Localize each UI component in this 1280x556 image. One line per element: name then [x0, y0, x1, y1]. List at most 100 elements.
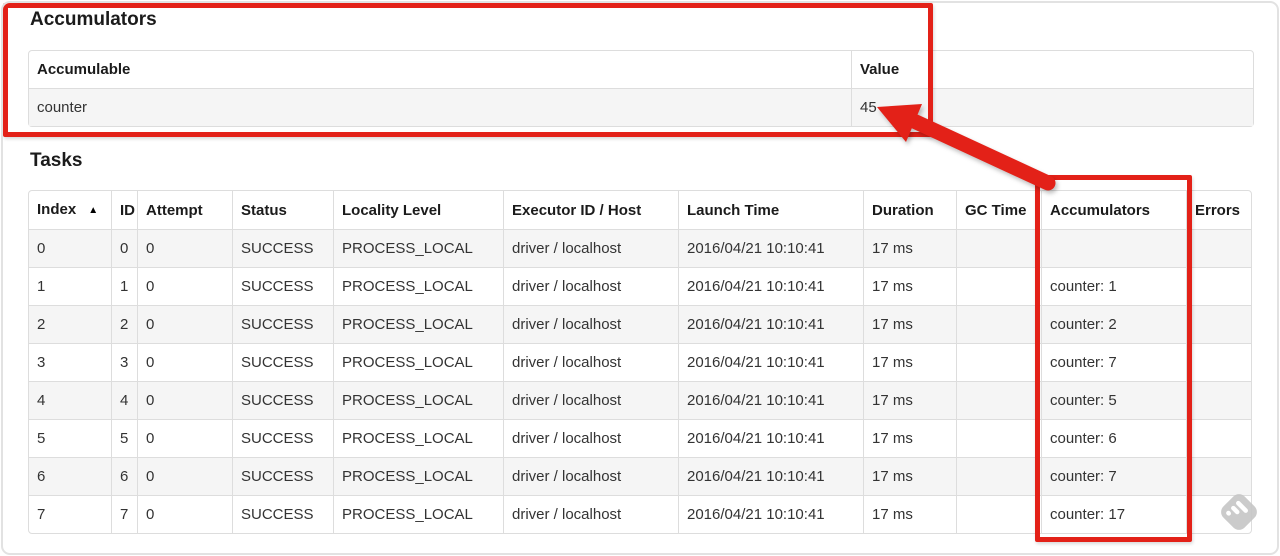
col-header-accumulators[interactable]: Accumulators — [1041, 191, 1186, 229]
table-cell: driver / localhost — [503, 267, 678, 305]
table-cell: 2016/04/21 10:10:41 — [678, 381, 863, 419]
col-header-launch-time[interactable]: Launch Time — [678, 191, 863, 229]
table-cell: SUCCESS — [232, 267, 333, 305]
table-cell: 2016/04/21 10:10:41 — [678, 305, 863, 343]
table-row: 0 0 0 SUCCESS PROCESS_LOCAL driver / localhos… — [29, 229, 1251, 267]
table-cell: counter: 7 — [1041, 457, 1186, 495]
table-cell: counter: 1 — [1041, 267, 1186, 305]
table-cell: 2016/04/21 10:10:41 — [678, 267, 863, 305]
table-cell: counter: 6 — [1041, 419, 1186, 457]
table-cell — [956, 229, 1041, 267]
table-cell: 0 — [137, 229, 232, 267]
table-cell: PROCESS_LOCAL — [333, 419, 503, 457]
table-row: 7 7 0 SUCCESS PROCESS_LOCAL driver / localhos… — [29, 495, 1251, 533]
table-cell: 0 — [29, 229, 111, 267]
table-cell — [1186, 381, 1251, 419]
table-cell: counter: 7 — [1041, 343, 1186, 381]
col-header-accumulable: Accumulable — [37, 61, 131, 78]
table-row: 2 2 0 SUCCESS PROCESS_LOCAL driver / localhos… — [29, 305, 1251, 343]
table-cell: SUCCESS — [232, 229, 333, 267]
sort-ascending-icon: ▲ — [88, 205, 99, 216]
table-cell: 17 ms — [863, 419, 956, 457]
table-cell — [1186, 267, 1251, 305]
tasks-table: Index ▲ ID Attempt Status Locality Level Execu… — [28, 190, 1252, 534]
col-header-status[interactable]: Status — [232, 191, 333, 229]
table-cell: 2016/04/21 10:10:41 — [678, 495, 863, 533]
table-row: 4 4 0 SUCCESS PROCESS_LOCAL driver / localhos… — [29, 381, 1251, 419]
table-cell — [1041, 229, 1186, 267]
table-cell: SUCCESS — [232, 495, 333, 533]
table-cell: 3 — [29, 343, 111, 381]
spark-stage-details-page: Accumulators Accumulable Value counter 45 … — [0, 0, 1280, 556]
table-cell: counter — [29, 88, 851, 126]
table-cell: 17 ms — [863, 343, 956, 381]
table-cell: 17 ms — [863, 305, 956, 343]
table-cell: 3 — [111, 343, 137, 381]
table-cell: 17 ms — [863, 495, 956, 533]
table-cell: 0 — [137, 267, 232, 305]
table-cell — [1186, 457, 1251, 495]
table-cell: SUCCESS — [232, 305, 333, 343]
table-cell: driver / localhost — [503, 305, 678, 343]
table-cell: 7 — [111, 495, 137, 533]
table-cell — [1186, 305, 1251, 343]
table-row: 1 1 0 SUCCESS PROCESS_LOCAL driver / localhos… — [29, 267, 1251, 305]
table-cell: driver / localhost — [503, 419, 678, 457]
table-cell: 1 — [111, 267, 137, 305]
table-cell — [956, 267, 1041, 305]
table-cell — [956, 495, 1041, 533]
table-cell: 0 — [137, 343, 232, 381]
table-cell: 45 — [851, 88, 1253, 126]
table-cell: driver / localhost — [503, 343, 678, 381]
table-cell: SUCCESS — [232, 343, 333, 381]
col-header-duration[interactable]: Duration — [863, 191, 956, 229]
col-header-value: Value — [851, 51, 1253, 88]
table-cell: counter: 2 — [1041, 305, 1186, 343]
table-cell: driver / localhost — [503, 457, 678, 495]
table-cell: PROCESS_LOCAL — [333, 495, 503, 533]
table-cell: 4 — [111, 381, 137, 419]
table-cell: 5 — [29, 419, 111, 457]
table-cell: 2016/04/21 10:10:41 — [678, 457, 863, 495]
col-header-id[interactable]: ID — [111, 191, 137, 229]
col-header-executor-id-host[interactable]: Executor ID / Host — [503, 191, 678, 229]
table-cell: 0 — [137, 419, 232, 457]
table-cell: PROCESS_LOCAL — [333, 343, 503, 381]
accumulators-table: Accumulable Value counter 45 — [28, 50, 1254, 127]
table-cell: 17 ms — [863, 267, 956, 305]
table-cell — [1186, 343, 1251, 381]
table-cell — [956, 457, 1041, 495]
table-cell: 1 — [29, 267, 111, 305]
table-row: 5 5 0 SUCCESS PROCESS_LOCAL driver / localhos… — [29, 419, 1251, 457]
table-cell: SUCCESS — [232, 419, 333, 457]
table-cell: 2 — [29, 305, 111, 343]
table-cell: PROCESS_LOCAL — [333, 229, 503, 267]
table-cell: 4 — [29, 381, 111, 419]
col-header-gc-time[interactable]: GC Time — [956, 191, 1041, 229]
table-cell: driver / localhost — [503, 495, 678, 533]
table-row: 6 6 0 SUCCESS PROCESS_LOCAL driver / localhos… — [29, 457, 1251, 495]
table-cell: 0 — [137, 305, 232, 343]
tasks-table-header-row: Index ▲ ID Attempt Status Locality Level Execu… — [29, 191, 1251, 229]
table-cell: driver / localhost — [503, 381, 678, 419]
col-header-locality-level[interactable]: Locality Level — [333, 191, 503, 229]
table-cell: SUCCESS — [232, 381, 333, 419]
table-row: 3 3 0 SUCCESS PROCESS_LOCAL driver / localhos… — [29, 343, 1251, 381]
table-cell: PROCESS_LOCAL — [333, 381, 503, 419]
table-cell: PROCESS_LOCAL — [333, 457, 503, 495]
tasks-section-title: Tasks — [30, 150, 83, 171]
table-cell: SUCCESS — [232, 457, 333, 495]
table-cell: 2016/04/21 10:10:41 — [678, 229, 863, 267]
table-cell: 6 — [29, 457, 111, 495]
col-header-attempt[interactable]: Attempt — [137, 191, 232, 229]
table-row: counter 45 — [29, 88, 1253, 126]
accumulators-section-title: Accumulators — [30, 9, 157, 30]
table-cell: 0 — [137, 457, 232, 495]
table-cell: counter: 5 — [1041, 381, 1186, 419]
col-header-index[interactable]: Index ▲ — [29, 191, 111, 229]
table-cell — [956, 419, 1041, 457]
table-cell — [1186, 495, 1251, 533]
col-header-errors[interactable]: Errors — [1186, 191, 1251, 229]
accumulators-table-header-row: Accumulable Value — [29, 51, 1253, 88]
table-cell: 2016/04/21 10:10:41 — [678, 343, 863, 381]
